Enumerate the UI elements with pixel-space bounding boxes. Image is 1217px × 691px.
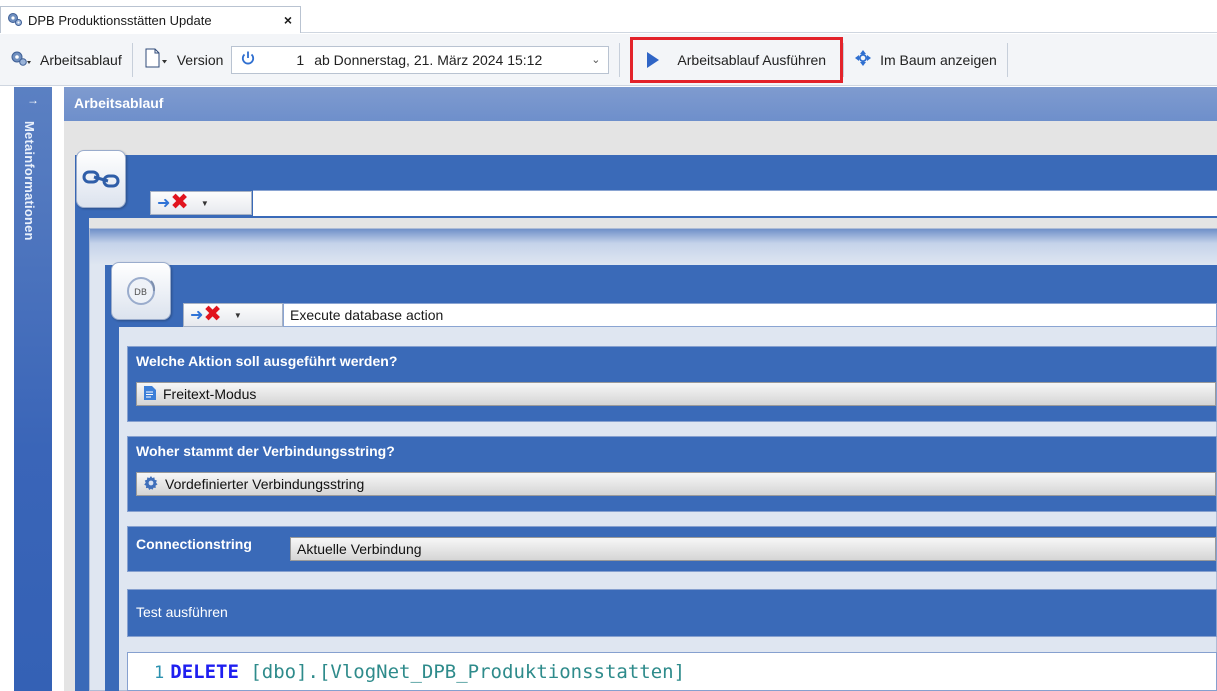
close-icon[interactable]: × [284,12,292,28]
toolbar: Arbeitsablauf Version 1 ab Donnerstag, 2… [0,34,1217,86]
action-group-title: Welche Aktion soll ausgeführt werden? [136,353,398,369]
action-group: Welche Aktion soll ausgeführt werden? Fr… [127,346,1217,422]
version-menu-button[interactable]: Version 1 ab Donnerstag, 21. März 2024 1… [133,34,620,85]
toolbar-separator [619,42,621,77]
action-select[interactable]: Freitext-Modus [136,382,1216,406]
outer-step-name-field[interactable] [253,190,1217,216]
metainfo-sidebar[interactable]: → Metainformationen [14,87,52,691]
document-icon [143,48,169,71]
action-select-value: Freitext-Modus [163,386,257,402]
tab-document[interactable]: DPB Produktionsstätten Update × [0,6,301,33]
inner-step-gradient [90,229,1217,265]
arrow-x-icon: ➜ ✖ [157,190,189,215]
test-run-group[interactable]: Test ausführen [127,589,1217,637]
inner-step-header [105,265,1217,303]
arrow-x-icon: ➜ ✖ [190,302,222,327]
line-number: 1 [154,663,165,683]
connection-source-value: Vordefinierter Verbindungsstring [165,476,365,492]
workflow-gears-icon [7,11,23,30]
connectionstring-group: Connectionstring Aktuelle Verbindung [127,526,1217,572]
version-label: Version [176,51,224,68]
connection-source-title: Woher stammt der Verbindungsstring? [136,443,395,459]
show-in-tree-button[interactable]: Im Baum anzeigen [844,34,1007,85]
caret-down-icon: ▼ [233,310,242,320]
power-icon [240,50,256,69]
workflow-gears-icon [10,49,32,70]
sql-keyword: DELETE [170,661,239,683]
run-label: Arbeitsablauf Ausführen [677,51,827,68]
sql-editor[interactable]: 1 DELETE [dbo].[VlogNet_DPB_Produktionsst… [127,652,1217,691]
inner-step-side [105,303,119,691]
panel-header: Arbeitsablauf [64,87,1217,121]
expand-arrow-icon[interactable]: → [14,87,52,107]
outer-step-header [75,155,1217,193]
tree-label: Im Baum anzeigen [880,51,997,68]
crosshair-icon [854,49,872,70]
connectionstring-select[interactable]: Aktuelle Verbindung [290,537,1216,561]
gear-icon [143,475,159,494]
version-select[interactable]: 1 ab Donnerstag, 21. März 2024 15:12 ⌄ [231,45,610,74]
tab-title: DPB Produktionsstätten Update [28,12,212,28]
version-text: ab Donnerstag, 21. März 2024 15:12 [314,51,543,68]
run-workflow-button[interactable]: Arbeitsablauf Ausführen [630,36,844,83]
connectionstring-label: Connectionstring [136,536,252,552]
inner-error-handling-dropdown[interactable]: ➜ ✖ ▼ [183,303,283,327]
connection-source-select[interactable]: Vordefinierter Verbindungsstring [136,472,1216,496]
step-name-input[interactable]: Execute database action [283,303,1217,327]
document-icon [143,385,157,404]
version-number: 1 [296,51,305,68]
workflow-label: Arbeitsablauf [40,51,122,68]
chevron-down-icon: ⌄ [591,54,601,66]
connect-chain-icon [76,150,126,208]
toolbar-separator [1006,42,1008,77]
caret-down-icon: ▼ [200,198,209,208]
database-action-icon: DB [111,262,171,320]
play-icon [647,51,660,68]
sidebar-label: Metainformationen [22,121,37,241]
outer-step-side [75,193,89,691]
test-run-label: Test ausführen [136,604,228,620]
sql-identifier: [dbo].[VlogNet_DPB_Produktionsstatten] [250,661,686,683]
connectionstring-value: Aktuelle Verbindung [297,541,422,557]
svg-text:DB: DB [134,288,147,298]
outer-error-handling-dropdown[interactable]: ➜ ✖ ▼ [150,191,252,215]
connection-source-group: Woher stammt der Verbindungsstring? Vord… [127,436,1217,512]
workflow-menu-button[interactable]: Arbeitsablauf [0,34,132,85]
tab-strip: DPB Produktionsstätten Update × [0,0,1217,33]
